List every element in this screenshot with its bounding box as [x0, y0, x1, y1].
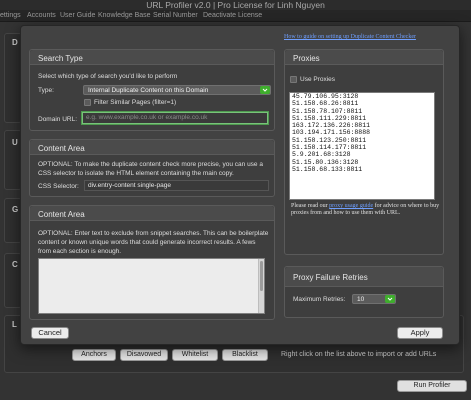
window-titlebar: URL Profiler v2.0 | Pro License for Linh… — [0, 0, 471, 10]
proxy-list-item[interactable]: 51.15.80.136:3128 — [290, 159, 434, 166]
bg-panel-letter-c: C — [12, 260, 18, 269]
css-selector-input[interactable]: div.entry-content single-page — [84, 180, 269, 191]
max-retries-select[interactable]: 10 — [352, 294, 396, 304]
exclude-text-description: OPTIONAL: Enter text to exclude from sni… — [38, 230, 269, 255]
proxy-list-item[interactable]: 5.9.201.68:3128 — [290, 151, 434, 158]
anchors-button[interactable]: Anchors — [72, 349, 116, 361]
search-type-title: Search Type — [38, 54, 83, 63]
search-type-select[interactable]: Internal Duplicate Content on this Domai… — [83, 85, 271, 95]
use-proxies-checkbox[interactable] — [290, 76, 297, 83]
apply-button[interactable]: Apply — [397, 327, 443, 339]
retries-panel: Proxy Failure Retries — [284, 266, 444, 318]
proxy-usage-guide-link[interactable]: proxy usage guide — [329, 203, 373, 209]
content-area-title: Content Area — [38, 144, 85, 153]
proxy-usage-note: Please read our proxy usage guide for ad… — [291, 203, 441, 217]
proxy-list-item[interactable]: 51.158.68.133:8811 — [290, 166, 434, 173]
window-title: URL Profiler v2.0 | Pro License for Linh… — [146, 0, 325, 10]
exclude-text-title: Content Area — [38, 210, 85, 219]
content-area-description: OPTIONAL: To make the duplicate content … — [38, 161, 263, 177]
chevron-down-icon — [260, 86, 270, 94]
blacklist-button[interactable]: Blacklist — [222, 349, 268, 361]
proxy-note-before: Please read our — [291, 203, 330, 209]
filter-similar-label: Filter Similar Pages (filter=1) — [94, 99, 177, 106]
bg-panel-letter-d: D — [12, 38, 18, 47]
proxy-list-item[interactable]: 51.158.111.229:8811 — [290, 115, 434, 122]
use-proxies-label: Use Proxies — [300, 76, 336, 83]
bg-panel-letter-g: G — [12, 205, 19, 214]
bg-panel-letter-u: U — [12, 138, 18, 147]
max-retries-value: 10 — [357, 296, 365, 303]
proxies-title: Proxies — [293, 54, 320, 63]
menu-item-settings[interactable]: ettings — [0, 12, 21, 20]
whitelist-button[interactable]: Whitelist — [172, 349, 218, 361]
exclude-text-scrollbar[interactable] — [258, 259, 264, 313]
search-type-instruction: Select which type of search you'd like t… — [38, 73, 178, 80]
disavowed-button[interactable]: Disavowed — [120, 349, 168, 361]
exclude-text-textarea[interactable] — [38, 258, 265, 314]
proxy-list-item[interactable]: 163.172.136.226:8811 — [290, 122, 434, 129]
max-retries-label: Maximum Retries: — [293, 296, 346, 303]
menu-item-serial-number[interactable]: Serial Number — [153, 12, 198, 20]
domain-url-label: Domain URL: — [38, 116, 78, 123]
menu-item-knowledge-base[interactable]: Knowledge Base — [98, 12, 151, 20]
menu-item-deactivate-license[interactable]: Deactivate License — [203, 12, 262, 20]
help-link[interactable]: How to guide on setting up Duplicate Con… — [284, 34, 416, 40]
chevron-down-icon — [385, 295, 395, 303]
proxies-hint-text: Right click on the list above to import … — [281, 351, 437, 358]
search-type-select-value: Internal Duplicate Content on this Domai… — [88, 87, 209, 94]
filter-similar-checkbox[interactable] — [84, 99, 91, 106]
retries-title: Proxy Failure Retries — [293, 273, 368, 282]
menu-bar: ettings Accounts User Guide Knowledge Ba… — [0, 10, 471, 22]
css-selector-label: CSS Selector: — [38, 183, 79, 190]
proxy-list-item[interactable]: 45.79.106.95:3128 — [290, 93, 434, 100]
proxy-list-item[interactable]: 103.194.171.156:8888 — [290, 129, 434, 136]
proxy-list-item[interactable]: 51.158.78.107:8811 — [290, 108, 434, 115]
domain-url-input[interactable]: e.g. www.example.co.uk or example.co.uk — [82, 112, 268, 124]
exclude-text-scroll-thumb[interactable] — [260, 261, 263, 291]
run-profiler-button[interactable]: Run Profiler — [397, 380, 467, 392]
type-label: Type: — [38, 87, 54, 94]
proxy-list-item[interactable]: 51.158.123.250:8811 — [290, 137, 434, 144]
proxy-list-item[interactable]: 51.158.114.177:8811 — [290, 144, 434, 151]
css-selector-value: div.entry-content single-page — [88, 182, 171, 189]
proxy-list[interactable]: 45.79.106.95:3128 51.158.68.26:8811 51.1… — [289, 92, 435, 200]
menu-item-user-guide[interactable]: User Guide — [60, 12, 95, 20]
menu-item-accounts[interactable]: Accounts — [27, 12, 56, 20]
domain-url-placeholder: e.g. www.example.co.uk or example.co.uk — [86, 114, 208, 121]
proxy-list-item[interactable]: 51.158.68.26:8811 — [290, 100, 434, 107]
cancel-button[interactable]: Cancel — [31, 327, 69, 339]
bg-panel-letter-l: L — [12, 320, 17, 329]
